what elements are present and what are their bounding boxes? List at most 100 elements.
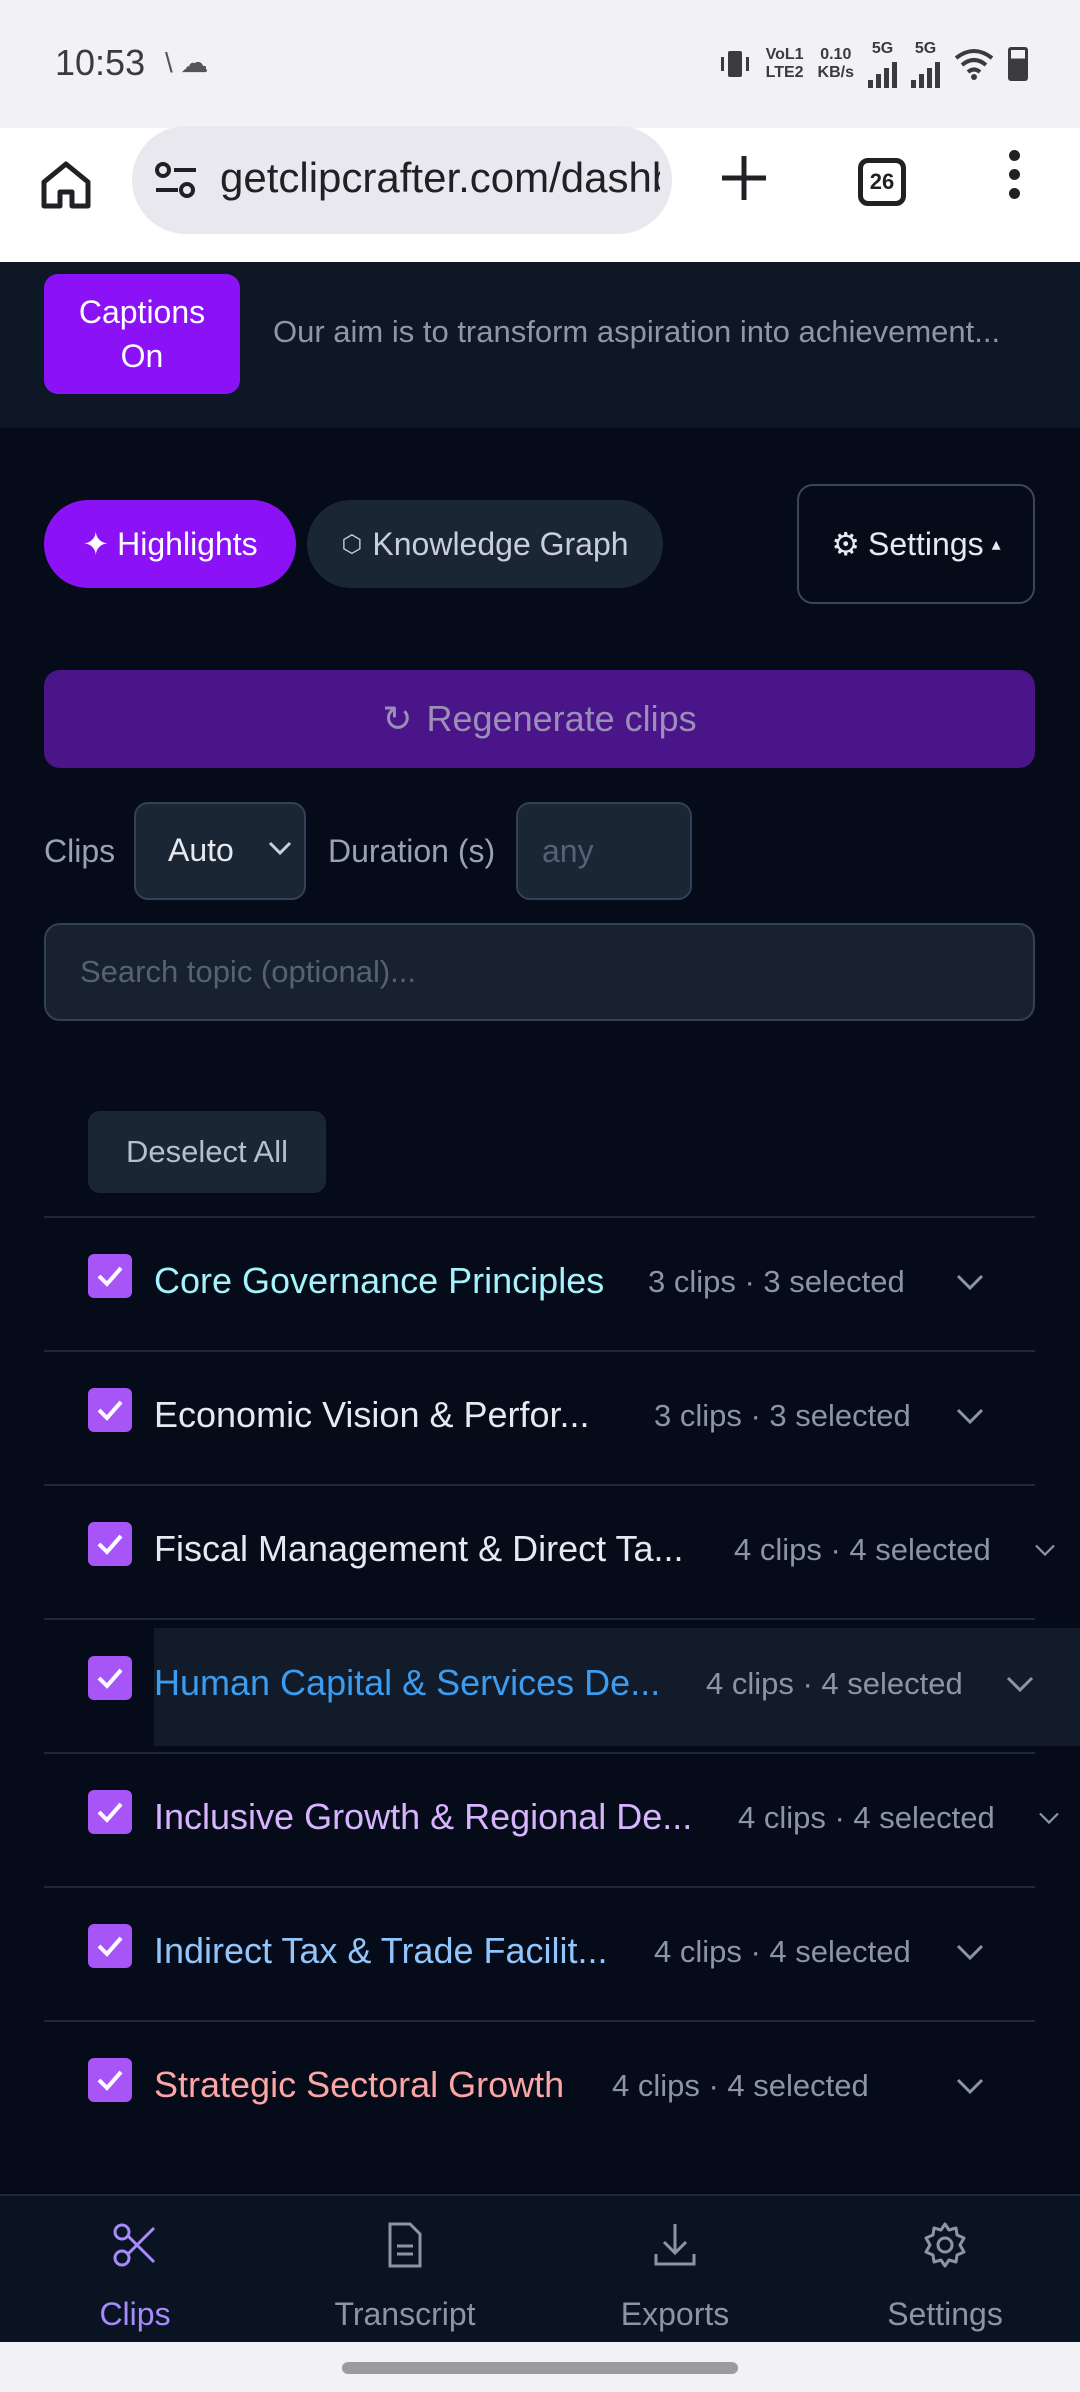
topic-checkbox[interactable] [88,1388,132,1432]
topic-meta: 3 clips · 3 selected [648,1264,905,1299]
hexagon-icon: ⬡ [341,530,363,558]
topic-title[interactable]: Indirect Tax & Trade Facilit... [154,1930,608,1972]
gear-icon: ⚙ [831,526,860,562]
topic-meta: 4 clips · 4 selected [612,2068,869,2103]
chevron-down-icon [268,841,292,856]
topic-title[interactable]: Human Capital & Services De... [154,1662,660,1704]
clips-count-select[interactable]: Auto [134,802,306,900]
checkmark-icon [97,1802,123,1823]
chevron-down-icon[interactable] [950,1396,990,1436]
knowledge-graph-label: Knowledge Graph [372,525,629,562]
gesture-area [0,2342,1080,2392]
nav-settings[interactable]: Settings [810,2196,1080,2344]
deselect-all-button[interactable]: Deselect All [88,1111,326,1193]
gear-icon [924,2222,966,2268]
topic-title[interactable]: Strategic Sectoral Growth [154,2064,564,2106]
status-bar: 10:53 \ ☁ VoL1 LTE2 0.10 KB/s 5G 5G [0,0,1080,128]
nav-clips-label: Clips [99,2296,171,2332]
clips-select-value: Auto [168,832,234,868]
scissors-icon [113,2223,156,2267]
settings-label: Settings [868,525,984,562]
chevron-down-icon[interactable] [950,2066,990,2106]
topic-title[interactable]: Economic Vision & Perfor... [154,1394,590,1436]
topic-title[interactable]: Core Governance Principles [154,1260,604,1302]
chevron-down-icon[interactable] [1000,1664,1040,1704]
battery-icon [1008,47,1028,81]
topic-checkbox[interactable] [88,1254,132,1298]
duration-input[interactable] [516,802,692,900]
wifi-icon [954,49,994,80]
caret-up-icon: ▴ [991,533,1001,554]
nav-exports-label: Exports [620,2296,730,2332]
topic-meta: 3 clips · 3 selected [654,1398,911,1433]
search-topic-input[interactable] [44,923,1035,1021]
signal-2: 5G [911,40,940,88]
checkmark-icon [97,1400,123,1421]
captions-toggle-button[interactable]: Captions On [44,274,240,394]
topic-checkbox[interactable] [88,1924,132,1968]
url-text[interactable]: getclipcrafter.com/dashboard [220,154,660,202]
chevron-down-icon[interactable] [1034,1798,1064,1838]
notification-icons: \ ☁ [165,47,209,78]
topic-meta: 4 clips · 4 selected [734,1532,991,1567]
topic-checkbox[interactable] [88,2058,132,2102]
volte-indicator: VoL1 LTE2 [765,46,804,81]
nav-exports[interactable]: Exports [540,2196,810,2344]
regenerate-clips-button[interactable]: ↻ Regenerate clips [44,670,1035,768]
checkmark-icon [97,2070,123,2091]
nav-transcript-label: Transcript [334,2296,476,2332]
checkmark-icon [97,1534,123,1555]
nav-transcript[interactable]: Transcript [270,2196,540,2344]
topic-meta: 4 clips · 4 selected [654,1934,911,1969]
topic-row[interactable]: Economic Vision & Perfor... 3 clips · 3 … [44,1350,1035,1484]
refresh-icon: ↻ [382,698,413,739]
topic-row[interactable]: Core Governance Principles 3 clips · 3 s… [44,1216,1035,1350]
regenerate-label: Regenerate clips [426,698,697,739]
caption-strip: Captions On Our aim is to transform aspi… [0,262,1080,428]
topic-meta: 4 clips · 4 selected [706,1666,963,1701]
chevron-down-icon[interactable] [950,1932,990,1972]
tab-switcher-button[interactable]: 26 [858,158,906,206]
topic-checkbox[interactable] [88,1656,132,1700]
highlights-tab[interactable]: ✦ Highlights [44,500,296,588]
signal-icon [911,58,940,88]
topic-checkbox[interactable] [88,1522,132,1566]
topic-title[interactable]: Fiscal Management & Direct Ta... [154,1528,684,1570]
checkmark-icon [97,1668,123,1689]
home-icon[interactable] [38,156,94,212]
knowledge-graph-tab[interactable]: ⬡ Knowledge Graph [307,500,663,588]
topic-row[interactable]: Fiscal Management & Direct Ta... 4 clips… [44,1484,1055,1618]
home-gesture-bar[interactable] [342,2362,738,2374]
signal-1: 5G [868,40,897,88]
chevron-down-icon[interactable] [1030,1530,1060,1570]
highlights-label: Highlights [117,525,258,562]
settings-toggle-button[interactable]: ⚙ Settings ▴ [797,484,1035,604]
clips-label: Clips [44,833,116,869]
browser-menu-icon[interactable] [1000,150,1028,210]
topic-row[interactable]: Inclusive Growth & Regional De... 4 clip… [44,1752,1059,1886]
duration-label: Duration (s) [328,833,496,869]
topic-row[interactable]: Strategic Sectoral Growth 4 clips · 4 se… [44,2020,1035,2154]
topic-list: Core Governance Principles 3 clips · 3 s… [44,1216,1080,2154]
topic-row[interactable]: Indirect Tax & Trade Facilit... 4 clips … [44,1886,1035,2020]
topic-title[interactable]: Inclusive Growth & Regional De... [154,1796,692,1838]
checkmark-icon [97,1936,123,1957]
bottom-navigation: Clips Transcript Exports Settings [0,2194,1080,2342]
network-speed: 0.10 KB/s [817,46,854,81]
site-settings-icon[interactable] [154,160,198,200]
nav-clips[interactable]: Clips [0,2196,270,2344]
sparkle-icon: ✦ [82,526,110,562]
caption-text: Our aim is to transform aspiration into … [273,314,1001,349]
address-bar[interactable]: getclipcrafter.com/dashboard [132,126,672,234]
browser-toolbar: getclipcrafter.com/dashboard 26 [0,126,1080,262]
topic-row[interactable]: Human Capital & Services De... 4 clips ·… [44,1618,1080,1752]
download-icon [654,2224,696,2266]
new-tab-icon[interactable] [716,150,772,206]
signal-icon [868,58,897,88]
nav-settings-label: Settings [887,2296,1003,2332]
document-icon [388,2222,422,2268]
chevron-down-icon[interactable] [950,1262,990,1302]
status-right-icons: VoL1 LTE2 0.10 KB/s 5G 5G [718,40,1028,88]
topic-checkbox[interactable] [88,1790,132,1834]
vibrate-icon [720,51,749,77]
